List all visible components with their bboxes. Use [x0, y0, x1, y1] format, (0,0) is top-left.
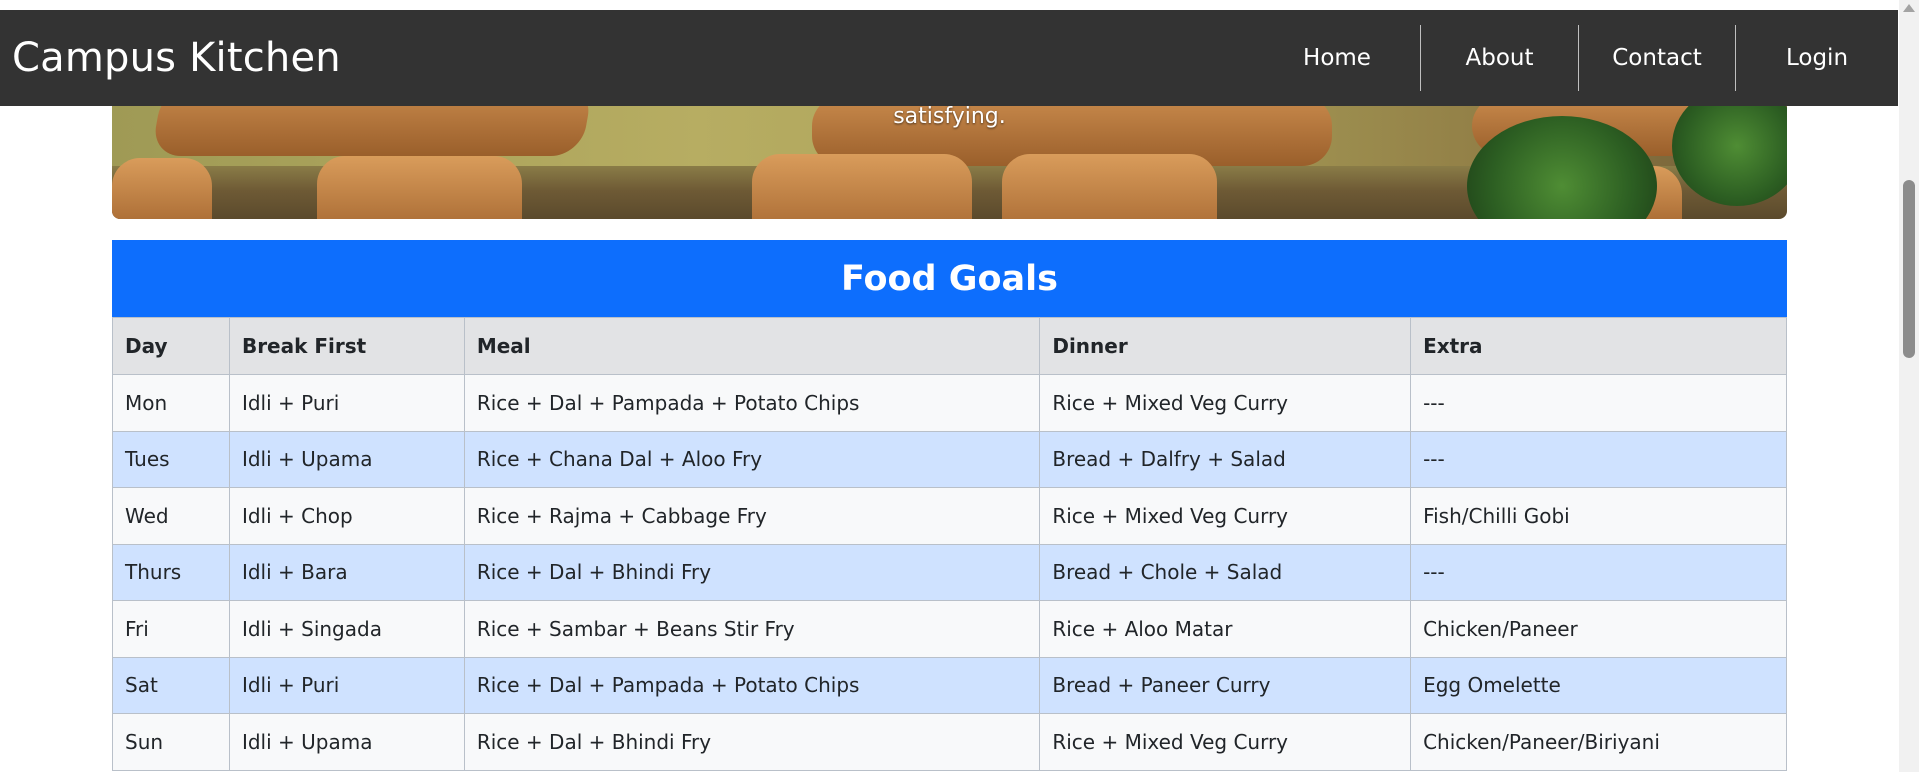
table-cell: Idli + Puri	[228, 656, 465, 714]
table-cell: Rice + Dal + Bhindi Fry	[463, 543, 1041, 601]
table-cell: Rice + Dal + Pampada + Potato Chips	[463, 656, 1041, 714]
table-cell: Idli + Upama	[228, 430, 465, 488]
table-header-row: Day Break First Meal Dinner Extra	[112, 317, 1787, 375]
scroll-up-arrow-icon[interactable]	[1903, 4, 1915, 12]
hero-banner: satisfying.	[112, 106, 1787, 219]
table-row: Fri Idli + Singada Rice + Sambar + Beans…	[112, 600, 1787, 658]
navbar: Campus Kitchen Home About Contact Login	[0, 10, 1898, 106]
nav-login-link[interactable]: Login	[1736, 25, 1898, 91]
table-cell: ---	[1410, 543, 1787, 601]
table-row: Mon Idli + Puri Rice + Dal + Pampada + P…	[112, 374, 1787, 432]
hero-chair	[112, 158, 212, 219]
table-cell: ---	[1410, 430, 1787, 488]
table-cell: Bread + Dalfry + Salad	[1039, 430, 1412, 488]
table-cell: Sat	[112, 656, 230, 714]
table-cell: Fish/Chilli Gobi	[1410, 487, 1787, 545]
card-title: Food Goals	[112, 240, 1787, 317]
table-cell: Rice + Rajma + Cabbage Fry	[463, 487, 1041, 545]
table-cell: Bread + Paneer Curry	[1039, 656, 1412, 714]
table-cell: Idli + Bara	[228, 543, 465, 601]
nav-contact-link[interactable]: Contact	[1579, 25, 1735, 91]
hero-chair	[1002, 154, 1217, 219]
table-cell: Tues	[112, 430, 230, 488]
table-cell: Rice + Dal + Bhindi Fry	[463, 713, 1041, 771]
table-cell: Idli + Chop	[228, 487, 465, 545]
column-header-extra: Extra	[1410, 317, 1787, 375]
table-cell: Sun	[112, 713, 230, 771]
table-row: Sun Idli + Upama Rice + Dal + Bhindi Fry…	[112, 713, 1787, 771]
table-cell: ---	[1410, 374, 1787, 432]
table-row: Tues Idli + Upama Rice + Chana Dal + Alo…	[112, 430, 1787, 488]
column-header-breakfast: Break First	[228, 317, 465, 375]
table-cell: Chicken/Paneer	[1410, 600, 1787, 658]
nav-home-link[interactable]: Home	[1254, 25, 1420, 91]
table-cell: Thurs	[112, 543, 230, 601]
menu-table: Day Break First Meal Dinner Extra Mon Id…	[112, 317, 1787, 771]
table-cell: Rice + Mixed Veg Curry	[1039, 713, 1412, 771]
table-cell: Egg Omelette	[1410, 656, 1787, 714]
table-cell: Rice + Mixed Veg Curry	[1039, 374, 1412, 432]
table-cell: Rice + Dal + Pampada + Potato Chips	[463, 374, 1041, 432]
table-cell: Rice + Aloo Matar	[1039, 600, 1412, 658]
table-cell: Idli + Upama	[228, 713, 465, 771]
table-cell: Rice + Sambar + Beans Stir Fry	[463, 600, 1041, 658]
table-cell: Mon	[112, 374, 230, 432]
table-row: Sat Idli + Puri Rice + Dal + Pampada + P…	[112, 656, 1787, 714]
table-cell: Rice + Mixed Veg Curry	[1039, 487, 1412, 545]
hero-caption: satisfying.	[893, 106, 1006, 129]
vertical-scrollbar[interactable]	[1899, 0, 1919, 772]
brand-title[interactable]: Campus Kitchen	[0, 35, 341, 81]
table-cell: Chicken/Paneer/Biriyani	[1410, 713, 1787, 771]
table-cell: Idli + Puri	[228, 374, 465, 432]
table-cell: Rice + Chana Dal + Aloo Fry	[463, 430, 1041, 488]
food-goals-card: Food Goals Day Break First Meal Dinner E…	[112, 240, 1787, 771]
hero-chair	[752, 154, 972, 219]
column-header-dinner: Dinner	[1039, 317, 1412, 375]
hero-chair	[317, 156, 522, 219]
nav-links: Home About Contact Login	[1254, 10, 1898, 106]
nav-about-link[interactable]: About	[1421, 25, 1578, 91]
table-row: Wed Idli + Chop Rice + Rajma + Cabbage F…	[112, 487, 1787, 545]
top-strip	[0, 0, 1899, 10]
table-cell: Bread + Chole + Salad	[1039, 543, 1412, 601]
table-cell: Fri	[112, 600, 230, 658]
column-header-meal: Meal	[463, 317, 1041, 375]
table-cell: Wed	[112, 487, 230, 545]
page-viewport: Campus Kitchen Home About Contact Login …	[0, 0, 1919, 772]
table-cell: Idli + Singada	[228, 600, 465, 658]
table-row: Thurs Idli + Bara Rice + Dal + Bhindi Fr…	[112, 543, 1787, 601]
scrollbar-thumb[interactable]	[1903, 180, 1915, 358]
column-header-day: Day	[112, 317, 230, 375]
